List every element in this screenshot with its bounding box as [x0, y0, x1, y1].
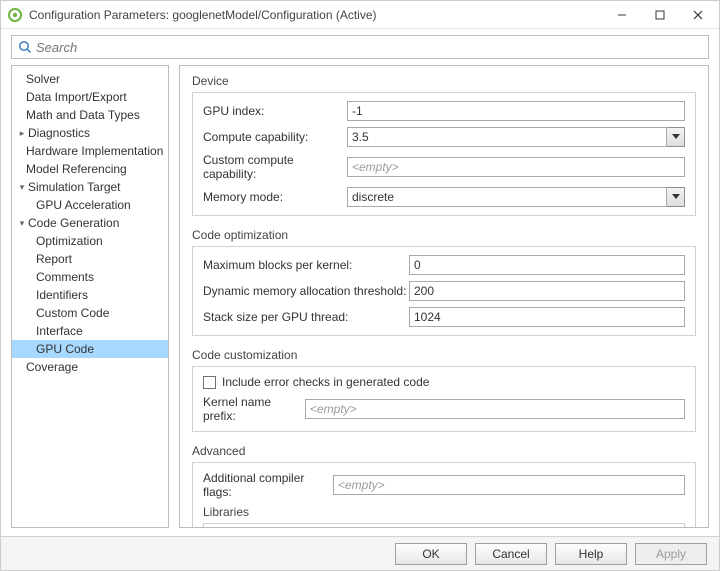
- memory-mode-select[interactable]: [347, 187, 667, 207]
- tree-item-label: Hardware Implementation: [26, 142, 163, 160]
- tree-item-custom-code[interactable]: Custom Code: [12, 304, 168, 322]
- include-error-checks-label: Include error checks in generated code: [222, 375, 429, 389]
- tree-item-label: GPU Acceleration: [36, 196, 131, 214]
- device-group: Device GPU index: Compute capability: Cu…: [192, 74, 696, 216]
- tree-item-diagnostics[interactable]: ▸Diagnostics: [12, 124, 168, 142]
- window-title: Configuration Parameters: googlenetModel…: [29, 8, 603, 22]
- tree-item-comments[interactable]: Comments: [12, 268, 168, 286]
- collapse-icon[interactable]: ▾: [16, 178, 28, 196]
- code-optimization-legend: Code optimization: [192, 228, 696, 242]
- code-optimization-group: Code optimization Maximum blocks per ker…: [192, 228, 696, 336]
- tree-item-label: Custom Code: [36, 304, 109, 322]
- dynamic-threshold-input[interactable]: [409, 281, 685, 301]
- ok-button[interactable]: OK: [395, 543, 467, 565]
- search-field-wrap[interactable]: [11, 35, 709, 59]
- code-customization-legend: Code customization: [192, 348, 696, 362]
- help-button[interactable]: Help: [555, 543, 627, 565]
- maximize-button[interactable]: [641, 1, 679, 29]
- search-bar: [1, 29, 719, 65]
- search-input[interactable]: [36, 40, 702, 55]
- stack-size-label: Stack size per GPU thread:: [203, 310, 409, 324]
- tree-item-label: Coverage: [26, 358, 78, 376]
- search-icon: [18, 40, 32, 54]
- tree-item-label: Math and Data Types: [26, 106, 140, 124]
- compute-capability-label: Compute capability:: [203, 130, 347, 144]
- tree-item-label: Diagnostics: [28, 124, 90, 142]
- code-customization-group: Code customization Include error checks …: [192, 348, 696, 432]
- device-legend: Device: [192, 74, 696, 88]
- tree-item-model-referencing[interactable]: Model Referencing: [12, 160, 168, 178]
- compute-capability-select[interactable]: [347, 127, 667, 147]
- custom-compute-capability-input[interactable]: [347, 157, 685, 177]
- tree-item-code-generation[interactable]: ▾Code Generation: [12, 214, 168, 232]
- tree-item-gpu-code[interactable]: GPU Code: [12, 340, 168, 358]
- tree-item-math-and-data-types[interactable]: Math and Data Types: [12, 106, 168, 124]
- apply-button[interactable]: Apply: [635, 543, 707, 565]
- tree-item-identifiers[interactable]: Identifiers: [12, 286, 168, 304]
- tree-item-label: GPU Code: [36, 340, 94, 358]
- tree-item-label: Comments: [36, 268, 94, 286]
- gpu-index-input[interactable]: [347, 101, 685, 121]
- kernel-prefix-input[interactable]: [305, 399, 685, 419]
- tree-item-gpu-acceleration[interactable]: GPU Acceleration: [12, 196, 168, 214]
- tree-item-label: Interface: [36, 322, 83, 340]
- app-icon: [7, 7, 23, 23]
- tree-item-label: Optimization: [36, 232, 103, 250]
- custom-compute-capability-label: Custom compute capability:: [203, 153, 347, 181]
- content-pane: Device GPU index: Compute capability: Cu…: [179, 65, 709, 528]
- collapse-icon[interactable]: ▾: [16, 214, 28, 232]
- advanced-group: Advanced Additional compiler flags: Libr…: [192, 444, 696, 528]
- compiler-flags-label: Additional compiler flags:: [203, 471, 333, 499]
- tree-item-coverage[interactable]: Coverage: [12, 358, 168, 376]
- minimize-button[interactable]: [603, 1, 641, 29]
- max-blocks-label: Maximum blocks per kernel:: [203, 258, 409, 272]
- tree-item-label: Identifiers: [36, 286, 88, 304]
- dynamic-threshold-label: Dynamic memory allocation threshold:: [203, 284, 409, 298]
- nav-tree[interactable]: SolverData Import/ExportMath and Data Ty…: [11, 65, 169, 528]
- tree-item-interface[interactable]: Interface: [12, 322, 168, 340]
- tree-item-simulation-target[interactable]: ▾Simulation Target: [12, 178, 168, 196]
- tree-item-report[interactable]: Report: [12, 250, 168, 268]
- memory-mode-label: Memory mode:: [203, 190, 347, 204]
- compute-capability-dropdown-button[interactable]: [667, 127, 685, 147]
- memory-mode-dropdown-button[interactable]: [667, 187, 685, 207]
- libraries-label: Libraries: [203, 505, 685, 519]
- max-blocks-input[interactable]: [409, 255, 685, 275]
- tree-item-optimization[interactable]: Optimization: [12, 232, 168, 250]
- cancel-button[interactable]: Cancel: [475, 543, 547, 565]
- advanced-legend: Advanced: [192, 444, 696, 458]
- dialog-footer: OK Cancel Help Apply: [1, 536, 719, 570]
- stack-size-input[interactable]: [409, 307, 685, 327]
- tree-item-label: Solver: [26, 70, 60, 88]
- kernel-prefix-label: Kernel name prefix:: [203, 395, 305, 423]
- tree-item-hardware-implementation[interactable]: Hardware Implementation: [12, 142, 168, 160]
- include-error-checks-checkbox[interactable]: Include error checks in generated code: [203, 375, 429, 389]
- gpu-index-label: GPU index:: [203, 104, 347, 118]
- tree-item-data-import-export[interactable]: Data Import/Export: [12, 88, 168, 106]
- tree-item-label: Report: [36, 250, 72, 268]
- tree-item-label: Simulation Target: [28, 178, 121, 196]
- tree-item-label: Model Referencing: [26, 160, 127, 178]
- expand-icon[interactable]: ▸: [16, 124, 28, 142]
- titlebar: Configuration Parameters: googlenetModel…: [1, 1, 719, 29]
- tree-item-label: Data Import/Export: [26, 88, 127, 106]
- compiler-flags-input[interactable]: [333, 475, 685, 495]
- tree-item-solver[interactable]: Solver: [12, 70, 168, 88]
- close-button[interactable]: [679, 1, 717, 29]
- tree-item-label: Code Generation: [28, 214, 119, 232]
